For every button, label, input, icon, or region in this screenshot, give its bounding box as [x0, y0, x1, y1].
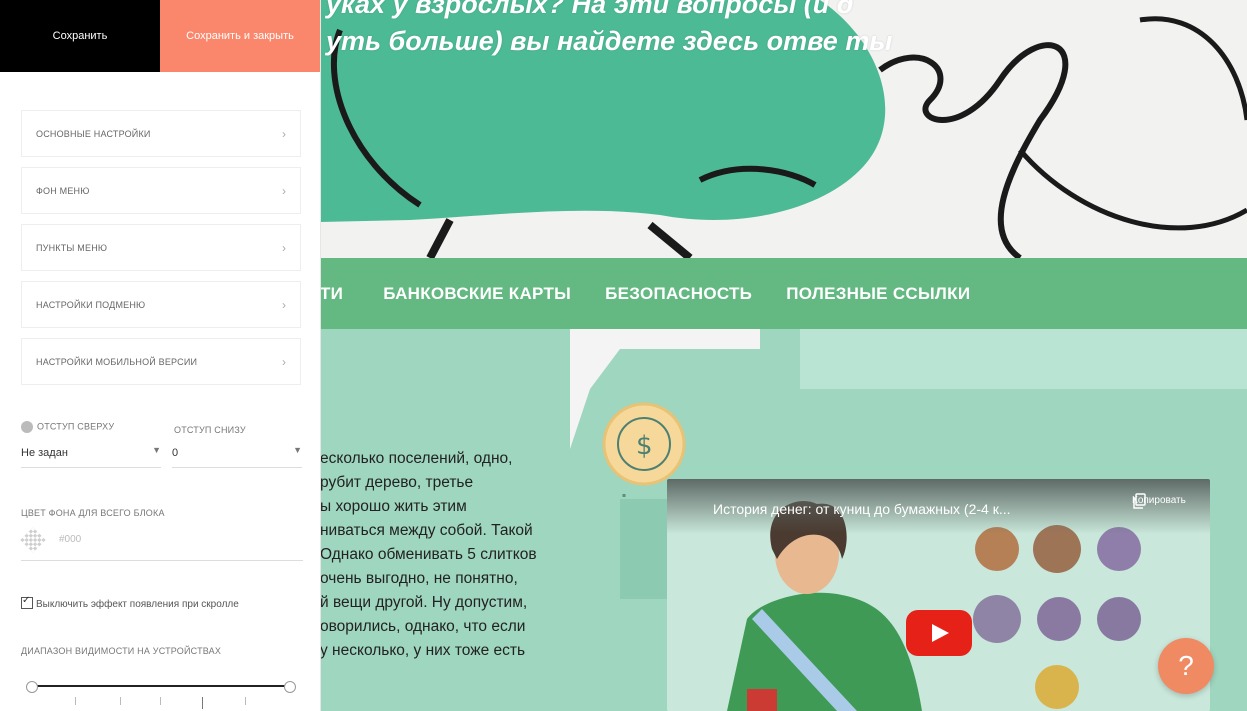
section-label: Фон меню	[36, 185, 90, 196]
section-label: Настройки мобильной версии	[36, 356, 198, 367]
text-line: есколько поселений, одно,	[320, 450, 513, 467]
save-and-close-button[interactable]: Сохранить и закрыть	[160, 0, 320, 72]
save-button[interactable]: Сохранить	[0, 0, 160, 72]
visibility-range-label: Диапазон видимости на устройствах	[21, 646, 222, 656]
hero-section: уках у взрослых? На эти вопросы (и д уть…	[320, 0, 1247, 258]
help-button[interactable]: ?	[1158, 638, 1214, 694]
slider-tick	[160, 697, 161, 705]
padding-bottom-select[interactable]: 0 ▼	[172, 441, 302, 468]
section-basic-settings[interactable]: Основные настройки ›	[21, 110, 301, 157]
site-menu: ТИ БАНКОВСКИЕ КАРТЫ БЕЗОПАСНОСТЬ ПОЛЕЗНЫ…	[320, 258, 1247, 329]
section-label: Настройки подменю	[36, 299, 146, 310]
slider-tick	[245, 697, 246, 705]
copy-link-button[interactable]: Копировать	[1132, 493, 1186, 509]
page-preview: уках у взрослых? На эти вопросы (и д уть…	[320, 0, 1247, 711]
chevron-right-icon: ›	[282, 240, 286, 255]
slider-tick	[120, 697, 121, 705]
chevron-right-icon: ›	[282, 354, 286, 369]
bg-color-picker[interactable]: #000	[20, 526, 303, 561]
padding-top-select[interactable]: Не задан ▼	[21, 441, 161, 468]
slider-track	[30, 685, 292, 687]
menu-item-useful-links[interactable]: ПОЛЕЗНЫЕ ССЫЛКИ	[786, 284, 970, 304]
text-line: очень выгодно, не понятно,	[320, 570, 518, 587]
section-label: Пункты меню	[36, 242, 108, 253]
text-line: ниваться между собой. Такой	[320, 522, 533, 539]
text-line: оворились, однако, что если	[320, 618, 526, 635]
padding-bottom-value: 0	[172, 447, 179, 459]
checkbox-icon	[21, 595, 33, 609]
chevron-right-icon: ›	[282, 297, 286, 312]
section-mobile-settings[interactable]: Настройки мобильной версии ›	[21, 338, 301, 385]
chevron-right-icon: ›	[282, 183, 286, 198]
visibility-range-slider[interactable]	[26, 681, 296, 693]
settings-panel: Сохранить Сохранить и закрыть Основные н…	[0, 0, 321, 711]
hero-text-line: уках у взрослых? На эти вопросы (и д	[326, 0, 854, 19]
scroll-effect-checkbox[interactable]: Выключить эффект появления при скролле	[21, 595, 239, 610]
slider-tick	[75, 697, 76, 705]
youtube-video-embed[interactable]: История денег: от куниц до бумажных (2-4…	[667, 479, 1210, 711]
video-title[interactable]: История денег: от куниц до бумажных (2-4…	[713, 501, 1011, 517]
chevron-down-icon: ▼	[293, 445, 302, 455]
bg-color-value: #000	[59, 534, 82, 545]
svg-text:$: $	[636, 431, 653, 461]
copy-icon	[1133, 493, 1146, 509]
article-text: есколько поселений, одно, рубит дерево, …	[320, 447, 620, 663]
section-label: Основные настройки	[36, 128, 151, 139]
padding-top-label-text: Отступ сверху	[37, 421, 115, 432]
text-line: ы хорошо жить этим	[320, 498, 467, 515]
chevron-down-icon: ▼	[152, 445, 161, 455]
panel-actions: Сохранить Сохранить и закрыть	[0, 0, 320, 72]
padding-toggle-icon[interactable]	[21, 421, 33, 433]
section-menu-background[interactable]: Фон меню ›	[21, 167, 301, 214]
padding-top-value: Не задан	[21, 447, 68, 459]
content-section: $ есколько поселений, одно, рубит дерево…	[320, 329, 1247, 711]
text-line: й вещи другой. Ну допустим,	[320, 594, 528, 611]
padding-top-label: Отступ сверху	[21, 421, 114, 433]
section-submenu-settings[interactable]: Настройки подменю ›	[21, 281, 301, 328]
hero-text: уках у взрослых? На эти вопросы (и д уть…	[326, 0, 1026, 60]
chevron-right-icon: ›	[282, 126, 286, 141]
settings-sections: Основные настройки › Фон меню › Пункты м…	[21, 110, 301, 395]
slider-ticks	[30, 697, 292, 711]
slider-tick	[202, 697, 203, 709]
padding-bottom-label: Отступ снизу	[174, 425, 246, 435]
scroll-effect-label: Выключить эффект появления при скролле	[36, 599, 239, 610]
bg-color-label: Цвет фона для всего блока	[21, 508, 165, 518]
hero-text-line: уть больше) вы найдете здесь отве ты	[326, 26, 893, 56]
slider-handle-max[interactable]	[284, 681, 296, 693]
menu-item[interactable]: ТИ	[320, 284, 343, 304]
play-button[interactable]	[906, 610, 972, 656]
menu-item-security[interactable]: БЕЗОПАСНОСТЬ	[605, 284, 752, 304]
text-line: у несколько, у них тоже есть	[320, 642, 526, 659]
slider-handle-min[interactable]	[26, 681, 38, 693]
text-line: Однако обменивать 5 слитков	[320, 546, 537, 563]
section-menu-items[interactable]: Пункты меню ›	[21, 224, 301, 271]
menu-item-bank-cards[interactable]: БАНКОВСКИЕ КАРТЫ	[383, 284, 571, 304]
transparency-swatch-icon	[20, 527, 46, 553]
text-line: рубит дерево, третье	[320, 474, 474, 491]
